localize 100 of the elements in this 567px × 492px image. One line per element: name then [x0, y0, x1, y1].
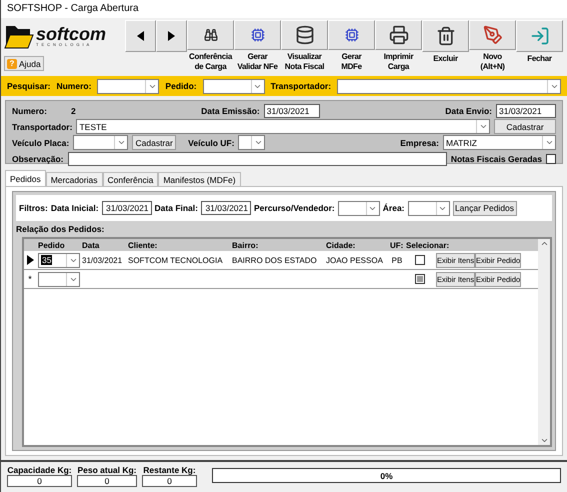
date-field[interactable]: 31/03/2021: [102, 201, 152, 215]
plate-dropdown[interactable]: [73, 135, 128, 150]
toolbar-button[interactable]: [281, 20, 328, 50]
table-cell-text: BAIRRO DOS ESTADO: [231, 256, 318, 264]
toolbar-button[interactable]: [234, 20, 281, 50]
chevron-down-icon[interactable]: [540, 436, 548, 445]
window-title: SOFTSHOP - Carga Abertura: [1, 0, 567, 18]
observation-field[interactable]: [68, 152, 447, 166]
binoculars-icon: [204, 28, 218, 42]
state-dropdown[interactable]: [238, 135, 266, 150]
weight-field: 0: [77, 475, 137, 487]
field-label: Peso atual Kg:: [77, 465, 137, 475]
search-dropdown[interactable]: [337, 78, 561, 94]
column-header: Data: [81, 240, 100, 250]
field-label: Pesquisar:: [7, 81, 50, 91]
checkbox[interactable]: [415, 255, 425, 265]
register-button[interactable]: Cadastrar: [132, 135, 176, 150]
field-label: Numero:: [56, 81, 92, 91]
field-label: Numero:: [12, 106, 47, 116]
scrollbar[interactable]: [538, 239, 550, 445]
field-label: Capacidade Kg:: [7, 465, 72, 475]
toolbar-button[interactable]: [156, 20, 187, 52]
help-icon: ?: [7, 58, 17, 68]
column-header: Bairro:: [231, 240, 260, 250]
chevron-up-icon[interactable]: [540, 239, 548, 248]
chevron-down-icon: [544, 138, 554, 147]
table-cell-text: JOAO PESSOA: [325, 256, 384, 264]
field-label: Empresa:: [400, 138, 439, 148]
field-label: Veículo Placa:: [12, 138, 70, 148]
search-dropdown[interactable]: [202, 78, 265, 94]
left-triangle-icon: [137, 31, 144, 41]
new-row-marker: *: [28, 274, 32, 284]
toolbar-label: Conferência de Carga: [189, 52, 232, 72]
column-header: Selecionar:: [405, 240, 450, 250]
toolbar-label: Imprimir Carga: [384, 52, 414, 72]
field-label: Data Emissão:: [201, 106, 260, 116]
progress-text: 0%: [380, 470, 393, 480]
field-label: Percurso/Vendedor:: [254, 203, 335, 213]
toolbar-label: Visualizar Nota Fiscal: [284, 52, 324, 72]
toolbar-label: Fechar: [527, 54, 552, 64]
logo-name: softcom: [36, 25, 106, 43]
weight-field: 0: [7, 475, 72, 487]
exit-door-icon: [530, 26, 550, 46]
field-label: Restante Kg:: [143, 465, 196, 475]
area-dropdown[interactable]: [408, 200, 450, 216]
carrier-dropdown[interactable]: TESTE: [76, 119, 490, 134]
field-label: Data Envio:: [445, 106, 492, 116]
field-label: Observação:: [12, 154, 64, 164]
field-label: Filtros:: [19, 203, 48, 213]
toolbar-label: Gerar MDFe: [341, 52, 362, 72]
tab[interactable]: Mercadorias: [46, 172, 102, 186]
route-dropdown[interactable]: [338, 200, 380, 216]
toolbar-button[interactable]: [187, 20, 234, 50]
field-label: Veículo UF:: [188, 138, 234, 148]
table-cell-text: PB: [390, 256, 404, 264]
table-cell-text: 31/03/2021: [81, 256, 124, 264]
toolbar-button[interactable]: [125, 20, 156, 52]
tab[interactable]: Conferência: [102, 172, 158, 186]
field-label: Transportador:: [12, 122, 72, 132]
column-header: Pedido: [37, 240, 66, 250]
toolbar-button[interactable]: [328, 20, 375, 50]
toolbar-label: Novo (Alt+N): [480, 52, 505, 72]
chevron-down-icon: [478, 122, 488, 131]
toolbar-button[interactable]: [422, 20, 469, 52]
company-dropdown[interactable]: MATRIZ: [443, 135, 556, 150]
launch-orders-button[interactable]: Lançar Pedidos: [452, 200, 516, 216]
right-triangle-icon: [26, 255, 34, 265]
right-triangle-icon: [168, 31, 175, 41]
toolbar-button[interactable]: [375, 20, 422, 50]
field-label: Relação dos Pedidos:: [16, 224, 106, 234]
help-button[interactable]: ? Ajuda: [4, 56, 44, 71]
field-label: 2: [70, 106, 76, 116]
chip-icon: [250, 28, 264, 42]
field-label: Notas Fiscais Geradas: [450, 154, 542, 164]
field-label: Área:: [382, 203, 404, 213]
pen-icon: [482, 25, 502, 45]
toolbar-label: Excluir: [433, 54, 458, 64]
register-button[interactable]: Cadastrar: [494, 119, 556, 134]
chevron-down-icon: [116, 138, 126, 147]
date-field[interactable]: 31/03/2021: [264, 104, 320, 118]
trash-icon: [436, 26, 456, 46]
printer-icon: [388, 25, 408, 45]
toolbar-label: Gerar Validar NFe: [237, 52, 278, 72]
checkbox[interactable]: [415, 274, 425, 284]
table-cell-text: SOFTCOM TECNOLOGIA: [127, 256, 224, 264]
search-dropdown[interactable]: [97, 78, 160, 94]
checkbox[interactable]: [546, 154, 556, 164]
date-field[interactable]: 31/03/2021: [200, 201, 251, 215]
field-label: Data Inicial:: [50, 203, 99, 213]
chevron-down-icon: [254, 138, 263, 147]
column-header: UF:: [389, 240, 404, 250]
column-header: Cidade:: [325, 240, 356, 250]
field-label: Transportador:: [270, 81, 332, 91]
stack-icon: [294, 25, 314, 45]
order-dropdown[interactable]: 35: [38, 252, 80, 268]
order-dropdown[interactable]: [38, 272, 80, 286]
tab[interactable]: Pedidos: [5, 170, 46, 186]
date-field[interactable]: 31/03/2021: [496, 104, 556, 118]
column-header: Cliente:: [127, 240, 158, 250]
tab[interactable]: Manifestos (MDFe): [158, 172, 241, 186]
